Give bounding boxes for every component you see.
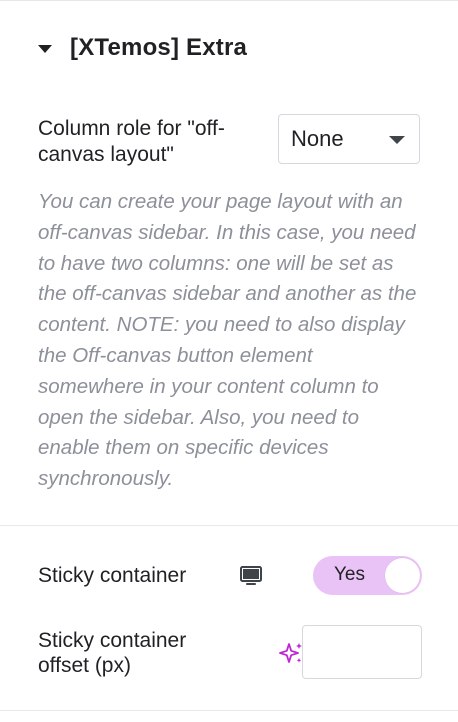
section-divider — [0, 525, 458, 526]
column-role-help: You can create your page layout with an … — [38, 190, 417, 491]
section-toggle-xtemos-extra[interactable]: [XTemos] Extra — [38, 30, 247, 66]
sticky-container-toggle[interactable]: Yes — [313, 556, 422, 595]
settings-panel: [XTemos] Extra Column role for "off-canv… — [0, 0, 458, 722]
column-role-label: Column role for "off-canvas layout" — [38, 117, 225, 166]
chevron-down-icon — [389, 136, 405, 144]
toggle-knob — [385, 558, 420, 593]
top-divider — [0, 0, 458, 1]
section-title: [XTemos] Extra — [70, 34, 248, 61]
caret-down-icon — [38, 45, 52, 53]
sticky-offset-label: Sticky container offset (px) — [38, 629, 187, 677]
column-role-select[interactable]: None — [278, 114, 420, 164]
sticky-container-label: Sticky container — [38, 564, 187, 587]
sticky-offset-input[interactable] — [302, 625, 422, 679]
desktop-monitor-icon[interactable] — [239, 565, 263, 587]
column-role-value: None — [291, 126, 344, 151]
bottom-divider — [0, 710, 458, 711]
sparkle-icon[interactable] — [278, 641, 304, 667]
toggle-label: Yes — [334, 564, 365, 585]
